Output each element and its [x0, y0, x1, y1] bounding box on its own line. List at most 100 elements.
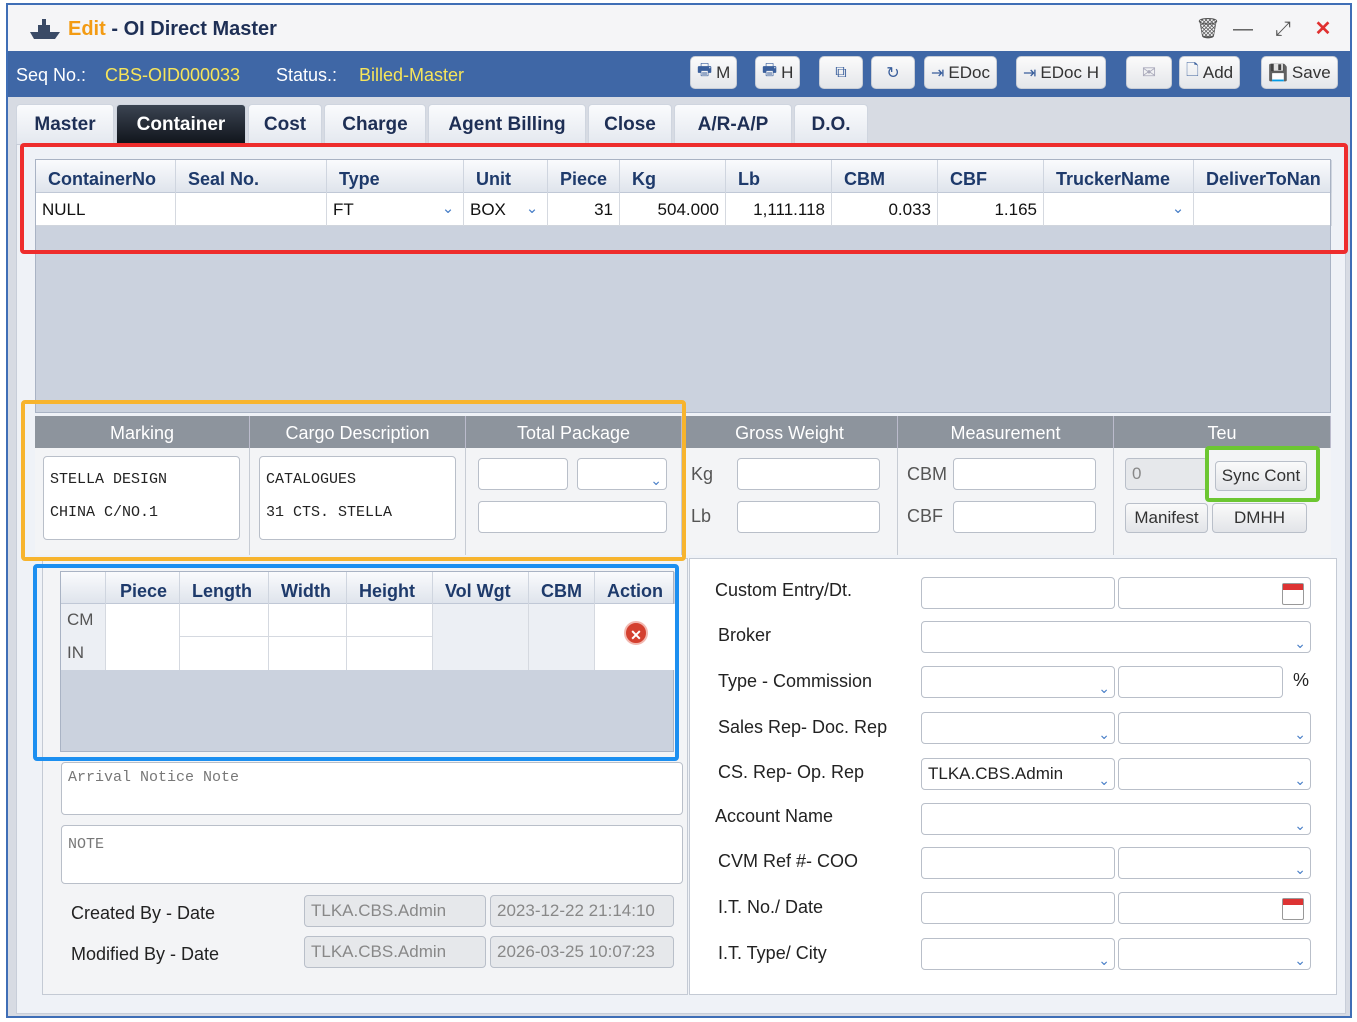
- highlight-dimension-grid: [33, 564, 679, 761]
- cvm-ref-input[interactable]: [921, 847, 1115, 879]
- created-label: Created By - Date: [71, 903, 216, 923]
- title-bar: Edit - OI Direct Master 🗑 — ⤢ ✕: [8, 5, 1350, 51]
- chevron-down-icon: ⌄: [1294, 817, 1306, 833]
- cvm-label: CVM Ref #- COO: [718, 851, 859, 871]
- cs-rep-value: TLKA.CBS.Admin: [928, 764, 1064, 783]
- arrival-placeholder: Arrival Notice Note: [68, 769, 240, 786]
- note-field[interactable]: NOTE: [61, 825, 683, 884]
- save-button[interactable]: 💾 Save: [1261, 56, 1338, 89]
- city-select[interactable]: ⌄: [1118, 938, 1311, 970]
- doc-rep-select[interactable]: ⌄: [1118, 712, 1311, 744]
- mail-icon: ✉: [1141, 62, 1157, 82]
- edoc-label: EDoc: [948, 62, 990, 82]
- cs-rep-select[interactable]: TLKA.CBS.Admin ⌄: [921, 758, 1115, 790]
- gross-weight-header: Gross Weight: [682, 416, 898, 448]
- save-icon: 💾: [1268, 64, 1288, 82]
- calendar-icon[interactable]: [1282, 583, 1304, 605]
- edoc-h-icon: ⇥: [1023, 64, 1037, 82]
- chevron-down-icon: ⌄: [1294, 861, 1306, 877]
- coo-select[interactable]: ⌄: [1118, 847, 1311, 879]
- tab-do[interactable]: D.O.: [794, 104, 868, 144]
- shipment-form: Custom Entry/Dt. Broker ⌄ Type - Commiss…: [689, 558, 1337, 995]
- sales-doc-label: Sales Rep- Doc. Rep: [718, 717, 888, 737]
- edoc-button[interactable]: ⇥ EDoc: [924, 56, 997, 89]
- printer-icon: 🖶: [762, 62, 778, 79]
- broker-label: Broker: [718, 625, 772, 645]
- arrival-notice-note[interactable]: Arrival Notice Note: [61, 762, 683, 815]
- print-h-label: H: [781, 62, 794, 82]
- account-name-select[interactable]: ⌄: [921, 803, 1311, 835]
- minimize-icon[interactable]: —: [1230, 18, 1256, 40]
- dmhh-button[interactable]: DMHH: [1212, 503, 1307, 533]
- it-date-input[interactable]: [1118, 892, 1311, 924]
- highlight-sync-cont: [1205, 446, 1320, 502]
- edoc-h-button[interactable]: ⇥ EDoc H: [1016, 56, 1106, 89]
- cbf-label: CBF: [907, 506, 943, 526]
- cbm-label: CBM: [907, 464, 947, 484]
- chevron-down-icon: ⌄: [1294, 772, 1306, 788]
- copy-button[interactable]: ⧉: [819, 56, 863, 89]
- note-placeholder: NOTE: [68, 836, 105, 853]
- chevron-down-icon: ⌄: [1098, 952, 1110, 968]
- measure-cbf-input[interactable]: [953, 501, 1096, 533]
- op-rep-select[interactable]: ⌄: [1118, 758, 1311, 790]
- modified-by-field: TLKA.CBS.Admin: [304, 936, 486, 968]
- custom-entry-input[interactable]: [921, 577, 1115, 609]
- tab-cost[interactable]: Cost: [248, 104, 322, 144]
- type-commission-label: Type - Commission: [718, 671, 873, 691]
- printer-icon: 🖶: [697, 62, 713, 79]
- seq-label: Seq No.:: [16, 65, 87, 85]
- highlight-cargo-panels: [21, 400, 686, 561]
- refresh-button[interactable]: ↻: [871, 56, 915, 89]
- title-sep: -: [111, 18, 119, 40]
- measurement-header: Measurement: [898, 416, 1114, 448]
- custom-entry-date[interactable]: [1118, 577, 1311, 609]
- lb-label: Lb: [691, 506, 712, 526]
- it-no-label: I.T. No./ Date: [718, 897, 824, 917]
- title-name: OI Direct Master: [123, 18, 277, 40]
- account-name-label: Account Name: [715, 806, 834, 826]
- edoc-icon: ⇥: [931, 64, 945, 82]
- tab-container[interactable]: Container: [116, 104, 246, 144]
- cs-op-label: CS. Rep- Op. Rep: [718, 762, 865, 782]
- add-label: Add: [1202, 62, 1234, 82]
- tab-close[interactable]: Close: [588, 104, 672, 144]
- gross-weight-panel: Kg Lb: [682, 448, 898, 555]
- modified-label: Modified By - Date: [71, 944, 220, 964]
- custom-entry-label: Custom Entry/Dt.: [715, 580, 853, 600]
- print-m-button[interactable]: 🖶 M: [690, 56, 738, 89]
- add-doc-icon: 🗋: [1186, 62, 1199, 79]
- tab-ar-ap[interactable]: A/R-A/P: [674, 104, 792, 144]
- window-title: Edit - OI Direct Master: [68, 18, 277, 41]
- restore-icon[interactable]: ⤢: [1270, 18, 1296, 40]
- tab-agent-billing[interactable]: Agent Billing: [428, 104, 586, 144]
- type-select[interactable]: ⌄: [921, 666, 1115, 698]
- measurement-panel: CBM CBF: [898, 448, 1114, 555]
- gross-kg-input[interactable]: [737, 458, 880, 490]
- tab-master[interactable]: Master: [16, 104, 114, 144]
- sales-rep-select[interactable]: ⌄: [921, 712, 1115, 744]
- edoc-h-label: EDoc H: [1040, 62, 1099, 82]
- add-button[interactable]: 🗋 Add: [1179, 56, 1241, 89]
- save-label: Save: [1291, 62, 1331, 82]
- mail-button[interactable]: ✉: [1126, 56, 1172, 89]
- seq-value: CBS-OID000033: [105, 65, 241, 85]
- calendar-icon[interactable]: [1282, 898, 1304, 920]
- it-type-select[interactable]: ⌄: [921, 938, 1115, 970]
- it-type-label: I.T. Type/ City: [718, 943, 827, 963]
- manifest-button[interactable]: Manifest: [1125, 503, 1208, 533]
- created-by-field: TLKA.CBS.Admin: [304, 895, 486, 927]
- commission-input[interactable]: [1118, 666, 1283, 698]
- it-no-input[interactable]: [921, 892, 1115, 924]
- chevron-down-icon: ⌄: [1098, 680, 1110, 696]
- close-icon[interactable]: ✕: [1310, 18, 1336, 40]
- measure-cbm-input[interactable]: [953, 458, 1096, 490]
- edit-window: Edit - OI Direct Master 🗑 — ⤢ ✕ Seq No.:…: [6, 3, 1352, 1018]
- chevron-down-icon: ⌄: [1098, 726, 1110, 742]
- gross-lb-input[interactable]: [737, 501, 880, 533]
- trash-icon[interactable]: 🗑: [1195, 18, 1221, 40]
- teu-input[interactable]: 0: [1125, 458, 1208, 490]
- tab-charge[interactable]: Charge: [324, 104, 426, 144]
- print-h-button[interactable]: 🖶 H: [755, 56, 801, 89]
- broker-select[interactable]: ⌄: [921, 621, 1311, 653]
